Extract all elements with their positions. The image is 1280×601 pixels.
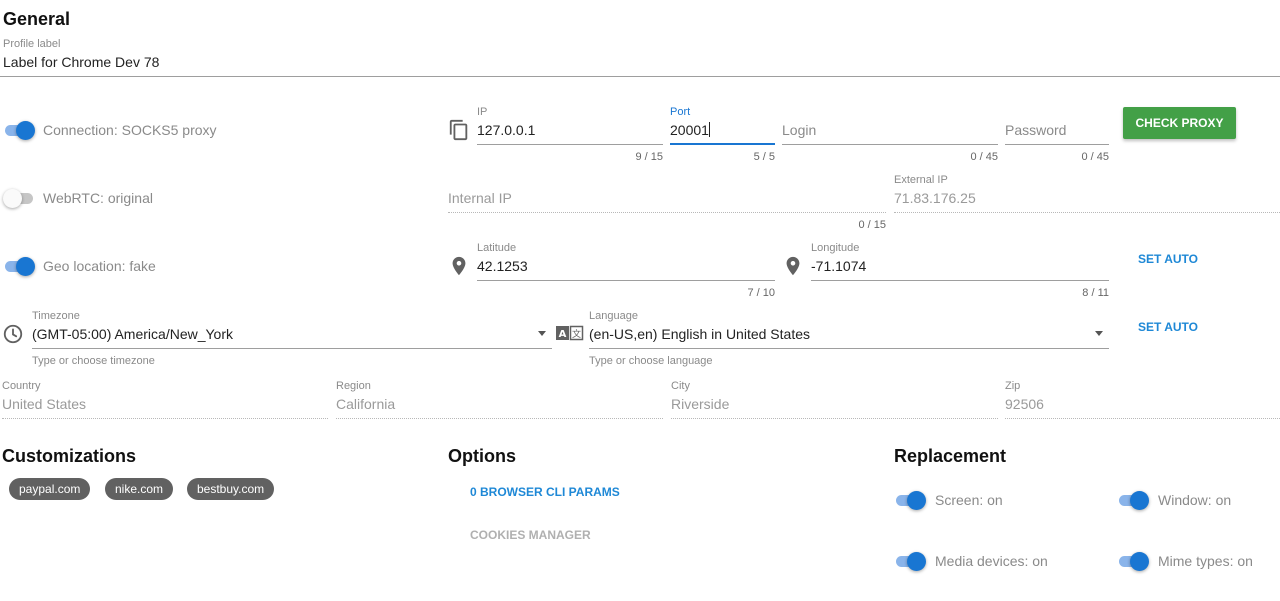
- city-label: City: [671, 380, 690, 392]
- media-devices-label: Media devices: on: [935, 553, 1048, 569]
- latitude-label: Latitude: [477, 242, 517, 254]
- longitude-input[interactable]: -71.1074: [811, 258, 1109, 278]
- external-ip-underline: [894, 212, 1280, 213]
- svg-text:文: 文: [572, 328, 581, 340]
- geo-set-auto-button[interactable]: SET AUTO: [1138, 252, 1198, 266]
- city-input[interactable]: Riverside: [671, 396, 998, 416]
- translate-icon: A文: [556, 325, 584, 341]
- check-proxy-button[interactable]: CHECK PROXY: [1123, 107, 1236, 139]
- longitude-underline: [811, 280, 1109, 281]
- language-label: Language: [589, 310, 638, 322]
- timezone-hint: Type or choose timezone: [32, 355, 155, 367]
- password-counter: 0 / 45: [1081, 151, 1109, 163]
- port-underline-active: [670, 143, 775, 145]
- country-label: Country: [2, 380, 41, 392]
- password-underline: [1005, 144, 1109, 145]
- ip-label: IP: [477, 106, 488, 118]
- profile-label-caption: Profile label: [3, 38, 61, 50]
- latitude-underline: [477, 280, 775, 281]
- screen-toggle[interactable]: [894, 490, 926, 510]
- mime-types-label: Mime types: on: [1158, 553, 1253, 569]
- window-label: Window: on: [1158, 492, 1232, 508]
- clock-icon: [2, 323, 24, 345]
- options-title: Options: [448, 446, 516, 466]
- external-ip-label: External IP: [894, 174, 948, 186]
- language-hint: Type or choose language: [589, 355, 713, 367]
- chip-nike[interactable]: nike.com: [105, 478, 174, 500]
- connection-label: Connection: SOCKS5 proxy: [43, 122, 217, 138]
- internal-ip-counter: 0 / 15: [858, 219, 886, 231]
- clipboard-icon[interactable]: [448, 119, 470, 141]
- latitude-counter: 7 / 10: [747, 287, 775, 299]
- mime-types-toggle[interactable]: [1117, 551, 1149, 571]
- media-devices-toggle[interactable]: [894, 551, 926, 571]
- language-select[interactable]: (en-US,en) English in United States: [589, 326, 1109, 346]
- text-cursor: [708, 122, 710, 137]
- language-set-auto-button[interactable]: SET AUTO: [1138, 320, 1198, 334]
- profile-label-input[interactable]: Label for Chrome Dev 78: [3, 54, 1278, 74]
- zip-underline: [1005, 418, 1280, 419]
- timezone-label: Timezone: [32, 310, 80, 322]
- webrtc-label: WebRTC: original: [43, 190, 153, 206]
- ip-counter: 9 / 15: [635, 151, 663, 163]
- port-counter: 5 / 5: [753, 151, 775, 163]
- latitude-input[interactable]: 42.1253: [477, 258, 775, 278]
- general-title: General: [3, 9, 71, 29]
- timezone-underline: [32, 348, 552, 349]
- port-input[interactable]: 20001: [670, 122, 775, 142]
- external-ip-input[interactable]: 71.83.176.25: [894, 190, 1280, 210]
- ip-underline: [477, 144, 663, 145]
- port-value: 20001: [670, 122, 709, 138]
- login-input[interactable]: Login: [782, 122, 998, 142]
- password-input[interactable]: Password: [1005, 122, 1109, 142]
- country-input[interactable]: United States: [2, 396, 328, 416]
- replacement-title: Replacement: [894, 446, 1007, 466]
- chevron-down-icon[interactable]: [538, 331, 546, 336]
- longitude-label: Longitude: [811, 242, 860, 254]
- webrtc-toggle[interactable]: [3, 188, 35, 208]
- cookies-manager-button[interactable]: COOKIES MANAGER: [470, 528, 591, 542]
- city-underline: [671, 418, 998, 419]
- map-pin-icon: [782, 255, 804, 277]
- internal-ip-input[interactable]: Internal IP: [448, 190, 886, 210]
- zip-label: Zip: [1005, 380, 1021, 392]
- profile-label-underline: [0, 76, 1280, 77]
- region-input[interactable]: California: [336, 396, 663, 416]
- connection-toggle[interactable]: [3, 120, 35, 140]
- login-underline: [782, 144, 998, 145]
- window-toggle[interactable]: [1117, 490, 1149, 510]
- ip-input[interactable]: 127.0.0.1: [477, 122, 663, 142]
- browser-cli-params-button[interactable]: 0 BROWSER CLI PARAMS: [470, 485, 620, 499]
- chip-paypal[interactable]: paypal.com: [9, 478, 91, 500]
- customizations-title: Customizations: [2, 446, 137, 466]
- zip-input[interactable]: 92506: [1005, 396, 1280, 416]
- country-underline: [2, 418, 328, 419]
- region-underline: [336, 418, 663, 419]
- svg-text:A: A: [559, 329, 567, 340]
- chip-bestbuy[interactable]: bestbuy.com: [187, 478, 275, 500]
- login-counter: 0 / 45: [970, 151, 998, 163]
- internal-ip-underline: [448, 212, 886, 213]
- chevron-down-icon[interactable]: [1095, 331, 1103, 336]
- region-label: Region: [336, 380, 371, 392]
- geo-label: Geo location: fake: [43, 258, 156, 274]
- port-label: Port: [670, 106, 691, 118]
- screen-label: Screen: on: [935, 492, 1003, 508]
- map-pin-icon: [448, 255, 470, 277]
- timezone-select[interactable]: (GMT-05:00) America/New_York: [32, 326, 552, 346]
- longitude-counter: 8 / 11: [1082, 287, 1109, 299]
- geo-toggle[interactable]: [3, 256, 35, 276]
- language-underline: [589, 348, 1109, 349]
